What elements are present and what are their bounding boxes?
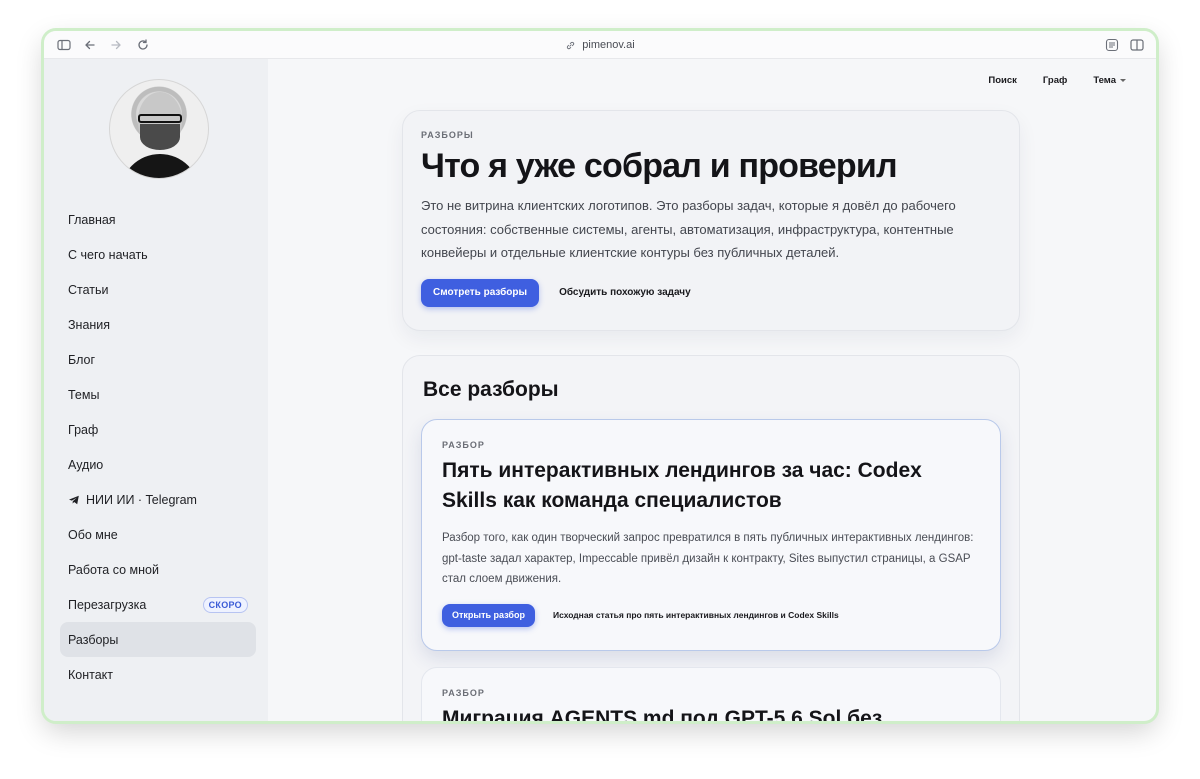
sidebar-item-label: Работа со мной xyxy=(68,562,159,577)
case-card[interactable]: РАЗБОР Миграция AGENTS.md под GPT-5.6 So… xyxy=(421,667,1001,721)
top-nav: Поиск Граф Тема xyxy=(988,75,1126,86)
sidebar-item-contact[interactable]: Контакт xyxy=(60,657,256,692)
discuss-task-link[interactable]: Обсудить похожую задачу xyxy=(559,287,691,298)
case-title[interactable]: Миграция AGENTS.md под GPT-5.6 Sol без xyxy=(442,704,972,721)
source-article-link[interactable]: Исходная статья про пять интерактивных л… xyxy=(553,610,839,620)
case-actions: Открыть разбор Исходная статья про пять … xyxy=(442,603,980,627)
case-description: Разбор того, как один творческий запрос … xyxy=(442,532,974,585)
sidebar: Главная С чего начать Статьи Знания Блог… xyxy=(44,59,268,721)
sidebar-item-start[interactable]: С чего начать xyxy=(60,237,256,272)
sidebar-item-knowledge[interactable]: Знания xyxy=(60,307,256,342)
address-bar[interactable]: pimenov.ai xyxy=(44,31,1156,59)
telegram-icon xyxy=(69,495,79,504)
link-icon xyxy=(567,41,575,49)
avatar xyxy=(109,79,209,179)
sidebar-item-label: Разборы xyxy=(68,632,119,647)
sidebar-item-label: Знания xyxy=(68,317,111,332)
sidebar-item-cases[interactable]: Разборы xyxy=(60,622,256,657)
search-link[interactable]: Поиск xyxy=(988,75,1017,86)
sidebar-item-label: Перезагрузка xyxy=(68,597,147,612)
sidebar-item-topics[interactable]: Темы xyxy=(60,377,256,412)
chevron-down-icon xyxy=(1120,79,1126,82)
sidebar-item-label: Аудио xyxy=(68,457,104,472)
case-eyebrow: РАЗБОР xyxy=(442,688,485,698)
sidebar-item-blog[interactable]: Блог xyxy=(60,342,256,377)
sidebar-item-label: Блог xyxy=(68,352,96,367)
soon-badge: СКОРО xyxy=(202,596,248,613)
case-card[interactable]: РАЗБОР Пять интерактивных лендингов за ч… xyxy=(421,419,1001,651)
hero-actions: Смотреть разборы Обсудить похожую задачу xyxy=(421,278,1001,307)
open-case-button[interactable]: Открыть разбор xyxy=(442,603,535,627)
browser-window: pimenov.ai Главная С чего начать Статьи … xyxy=(44,31,1156,721)
sidebar-item-audio[interactable]: Аудио xyxy=(60,447,256,482)
reader-icon[interactable] xyxy=(1104,37,1120,53)
split-view-icon[interactable] xyxy=(1129,37,1145,53)
theme-dropdown[interactable]: Тема xyxy=(1093,75,1126,86)
hero-description: Это не витрина клиентских логотипов. Это… xyxy=(421,198,956,260)
sidebar-item-label: С чего начать xyxy=(68,247,148,262)
sidebar-item-about[interactable]: Обо мне xyxy=(60,517,256,552)
sidebar-item-articles[interactable]: Статьи xyxy=(60,272,256,307)
sidebar-item-home[interactable]: Главная xyxy=(60,202,256,237)
view-cases-button[interactable]: Смотреть разборы xyxy=(421,278,540,307)
browser-toolbar: pimenov.ai xyxy=(44,31,1156,59)
hero-card: РАЗБОРЫ Что я уже собрал и проверил Это … xyxy=(402,110,1020,331)
sidebar-item-label: Обо мне xyxy=(68,527,118,542)
sidebar-item-graph[interactable]: Граф xyxy=(60,412,256,447)
sidebar-nav: Главная С чего начать Статьи Знания Блог… xyxy=(60,202,256,692)
sidebar-item-telegram[interactable]: НИИ ИИ · Telegram xyxy=(60,482,256,517)
graph-link[interactable]: Граф xyxy=(1043,75,1067,86)
theme-label: Тема xyxy=(1093,75,1116,86)
hero-eyebrow: РАЗБОРЫ xyxy=(421,130,474,140)
url-text: pimenov.ai xyxy=(582,39,635,51)
page-title: Что я уже собрал и проверил xyxy=(421,147,898,185)
cases-heading: Все разборы xyxy=(423,378,559,401)
sidebar-item-label: Главная xyxy=(68,212,116,227)
sidebar-item-work-with-me[interactable]: Работа со мной xyxy=(60,552,256,587)
cases-panel: Все разборы РАЗБОР Пять интерактивных ле… xyxy=(402,355,1020,721)
sidebar-item-label: Темы xyxy=(68,387,100,402)
case-eyebrow: РАЗБОР xyxy=(442,440,485,450)
sidebar-item-reboot[interactable]: Перезагрузка СКОРО xyxy=(60,587,256,622)
sidebar-item-label: Статьи xyxy=(68,282,109,297)
sidebar-item-label: НИИ ИИ · Telegram xyxy=(86,492,197,507)
case-title[interactable]: Пять интерактивных лендингов за час: Cod… xyxy=(442,456,972,516)
sidebar-item-label: Граф xyxy=(68,422,99,437)
sidebar-item-label: Контакт xyxy=(68,667,114,682)
